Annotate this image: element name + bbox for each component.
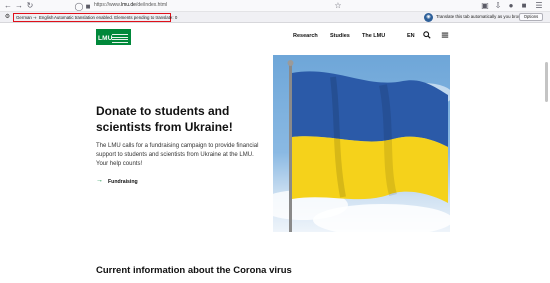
menu-icon[interactable]: ☰	[534, 1, 544, 11]
url-prefix: https://www.	[94, 2, 121, 8]
translation-status-highlight: German ➜ English Automatic translation e…	[13, 13, 177, 22]
url-host: lmu.de	[120, 2, 136, 8]
translate-icon: ⚙	[4, 14, 11, 20]
browser-toolbar: ← → ↻ ◯ ■ https://www.lmu.de/de/index.ht…	[0, 0, 550, 12]
bookmark-star-icon[interactable]: ☆	[333, 1, 343, 11]
pocket-icon[interactable]: ▣	[480, 1, 490, 11]
search-icon[interactable]	[423, 31, 431, 39]
translation-bar: ⚙ German ➜ English Automatic translation…	[0, 12, 550, 23]
reload-icon[interactable]: ↻	[25, 1, 35, 11]
hamburger-menu-icon[interactable]	[441, 31, 449, 39]
from-language-select[interactable]: German	[16, 15, 32, 21]
auto-translate-label[interactable]: Translate this tab automatically as you …	[436, 14, 526, 19]
options-button[interactable]: Options	[519, 13, 543, 21]
arrow-right-icon[interactable]: →	[96, 177, 103, 184]
flag-illustration	[273, 60, 450, 232]
page-scrollbar[interactable]	[545, 62, 548, 102]
forward-icon[interactable]: →	[14, 1, 24, 11]
nav-studies[interactable]: Studies	[330, 33, 350, 39]
ukraine-flag-image	[273, 55, 450, 232]
hero-body: The LMU calls for a fundraising campaign…	[96, 143, 259, 167]
arrow-right-icon: ➜	[33, 15, 37, 20]
nav-research[interactable]: Research	[293, 33, 318, 39]
lock-icon[interactable]: ■	[83, 2, 93, 12]
back-icon[interactable]: ←	[3, 1, 13, 11]
lmu-logo[interactable]: LMU	[96, 29, 131, 45]
hero-title: Donate to students and scientists from U…	[96, 104, 233, 134]
address-bar[interactable]: ◯ ■ https://www.lmu.de/de/index.html	[72, 1, 392, 11]
url-text[interactable]: https://www.lmu.de/de/index.html	[94, 2, 167, 8]
logo-wordmark-lines	[112, 34, 128, 44]
extensions-icon[interactable]: ■	[519, 1, 529, 11]
url-suffix: /de/index.html	[135, 2, 168, 8]
account-icon[interactable]: ●	[506, 1, 516, 11]
nav-the-lmu[interactable]: The LMU	[362, 33, 385, 39]
translation-status: Automatic translation enabled. Elements …	[54, 15, 178, 20]
nav-language[interactable]: EN	[407, 33, 415, 39]
auto-translate-icon: ◉	[424, 13, 433, 22]
fundraising-link[interactable]: Fundraising	[108, 179, 138, 185]
logo-text: LMU	[98, 35, 113, 42]
corona-info-heading: Current information about the Corona vir…	[96, 265, 292, 276]
to-language-select[interactable]: English	[39, 15, 53, 21]
downloads-icon[interactable]: ⇩	[493, 1, 503, 11]
